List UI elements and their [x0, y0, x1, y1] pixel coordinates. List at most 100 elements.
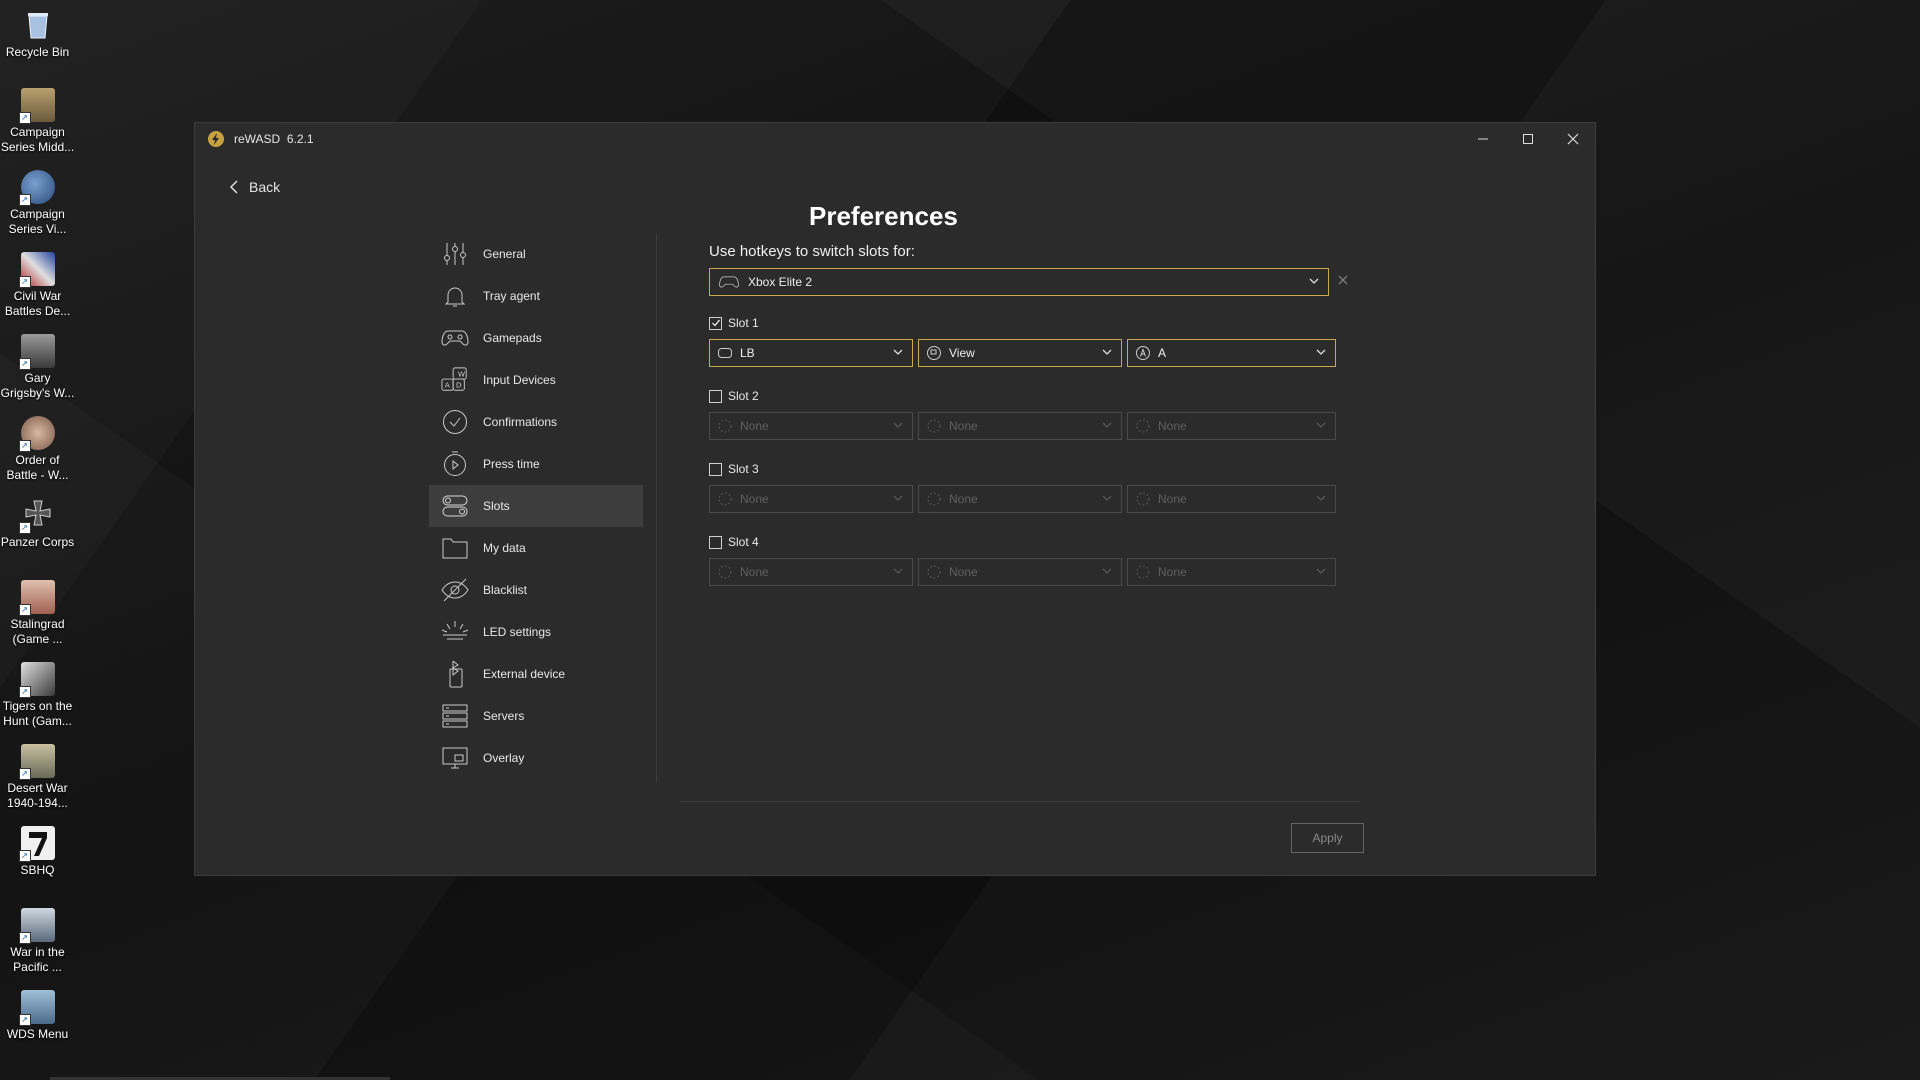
- shortcut-arrow-icon: ↗: [18, 850, 31, 862]
- menu-item-label: Tray agent: [483, 289, 540, 303]
- slot-2-key-3-select[interactable]: None: [1127, 412, 1336, 440]
- desktop-icon-sbhq[interactable]: ↗ SBHQ: [0, 826, 75, 878]
- desktop-icon-war-in-the-pacific[interactable]: ↗ War in the Pacific ...: [0, 908, 75, 975]
- desktop-icon-label: Gary Grigsby's W...: [0, 371, 75, 400]
- bumper-icon: [718, 346, 732, 360]
- menu-item-overlay[interactable]: Overlay: [429, 737, 643, 779]
- slot-4-key-2-select[interactable]: None: [918, 558, 1122, 586]
- close-icon: [1567, 133, 1578, 145]
- menu-item-label: External device: [483, 667, 566, 681]
- menu-item-gamepads[interactable]: Gamepads: [429, 317, 643, 359]
- globe-icon: ↗: [18, 170, 55, 206]
- clear-device-button[interactable]: [1337, 273, 1349, 291]
- slot-key-selects: None None None: [709, 412, 1349, 440]
- desktop-icon-label: Panzer Corps: [0, 535, 75, 549]
- desktop-icon-stalingrad[interactable]: ↗ Stalingrad (Game ...: [0, 580, 75, 647]
- desktop-icon-civil-war-battles[interactable]: ↗ Civil War Battles De...: [0, 252, 75, 319]
- slot-3-key-2-select[interactable]: None: [918, 485, 1122, 513]
- slot-key-selects: None None None: [709, 558, 1349, 586]
- empty-key-icon: [718, 565, 732, 579]
- wds-menu-icon: ↗: [18, 990, 55, 1026]
- chevron-down-icon: [1315, 492, 1327, 507]
- desktop-icon-order-of-battle[interactable]: ↗ Order of Battle - W...: [0, 416, 75, 483]
- chevron-down-icon: [892, 419, 904, 434]
- bell-icon: [441, 282, 469, 310]
- device-row: Xbox Elite 2: [709, 268, 1349, 296]
- chevron-down-icon: [1101, 492, 1113, 507]
- slot-1-key-3-select[interactable]: A: [1127, 339, 1336, 367]
- key-value: A: [1158, 346, 1167, 360]
- slot-3-checkbox[interactable]: [709, 462, 722, 476]
- menu-item-blacklist[interactable]: Blacklist: [429, 569, 643, 611]
- maximize-icon: [1522, 134, 1533, 144]
- menu-item-servers[interactable]: Servers: [429, 695, 643, 737]
- minimize-button[interactable]: [1460, 123, 1505, 155]
- maximize-button[interactable]: [1505, 123, 1550, 155]
- bluetooth-device-icon: [441, 660, 469, 688]
- timer-icon: [441, 450, 469, 478]
- empty-key-icon: [1136, 419, 1150, 433]
- empty-key-icon: [927, 419, 941, 433]
- desktop-icon-recycle-bin[interactable]: Recycle Bin: [0, 8, 75, 60]
- shortcut-arrow-icon: ↗: [18, 932, 31, 944]
- chevron-down-icon: [892, 346, 904, 361]
- slot-4-key-3-select[interactable]: None: [1127, 558, 1336, 586]
- close-button[interactable]: [1550, 123, 1595, 155]
- civil-war-flag-icon: ↗: [18, 252, 55, 288]
- slot-label: Slot 4: [728, 535, 759, 549]
- key-value: LB: [740, 346, 755, 360]
- menu-item-slots[interactable]: Slots: [429, 485, 643, 527]
- slot-4-checkbox[interactable]: [709, 535, 722, 549]
- menu-item-label: Overlay: [483, 751, 525, 765]
- menu-item-led-settings[interactable]: LED settings: [429, 611, 643, 653]
- svg-text:W: W: [458, 369, 466, 378]
- slot-3-key-1-select[interactable]: None: [709, 485, 913, 513]
- chevron-down-icon: [1315, 419, 1327, 434]
- view-button-icon: [927, 346, 941, 360]
- back-button[interactable]: Back: [229, 179, 280, 195]
- apply-button[interactable]: Apply: [1291, 823, 1364, 853]
- slot-1-key-1-select[interactable]: LB: [709, 339, 913, 367]
- slot-1-key-2-select[interactable]: View: [918, 339, 1122, 367]
- key-value: None: [949, 419, 978, 433]
- menu-item-input-devices[interactable]: WAD Input Devices: [429, 359, 643, 401]
- menu-item-external-device[interactable]: External device: [429, 653, 643, 695]
- iron-cross-icon: ↗: [18, 498, 55, 534]
- slot-3: Slot 3 None None None: [709, 458, 1349, 513]
- slot-2-key-2-select[interactable]: None: [918, 412, 1122, 440]
- chevron-down-icon: [1101, 565, 1113, 580]
- slot-3-key-3-select[interactable]: None: [1127, 485, 1336, 513]
- desktop-icon-wds-menu[interactable]: ↗ WDS Menu: [0, 990, 75, 1042]
- chevron-down-icon: [892, 565, 904, 580]
- title-bar[interactable]: reWASD 6.2.1: [195, 123, 1595, 155]
- slot-1-checkbox[interactable]: [709, 316, 722, 330]
- key-value: None: [949, 492, 978, 506]
- chevron-down-icon: [1315, 346, 1327, 361]
- desktop-icon-label: Stalingrad (Game ...: [10, 617, 65, 646]
- desktop-icon-panzer-corps[interactable]: ↗ Panzer Corps: [0, 498, 75, 550]
- server-icon: [441, 702, 469, 730]
- desktop-icon-label: Campaign Series Vi...: [8, 207, 67, 236]
- witp-icon: ↗: [18, 908, 55, 944]
- desktop-icon-label: WDS Menu: [6, 1027, 69, 1041]
- slot-4-key-1-select[interactable]: None: [709, 558, 913, 586]
- desktop-icon-desert-war[interactable]: ↗ Desert War 1940-194...: [0, 744, 75, 811]
- desktop-icon-campaign-series-vietnam[interactable]: ↗ Campaign Series Vi...: [0, 170, 75, 237]
- slot-2-key-1-select[interactable]: None: [709, 412, 913, 440]
- chevron-down-icon: [1101, 419, 1113, 434]
- menu-item-press-time[interactable]: Press time: [429, 443, 643, 485]
- svg-text:A: A: [445, 380, 451, 389]
- chevron-down-icon: [1308, 275, 1320, 290]
- device-select[interactable]: Xbox Elite 2: [709, 268, 1329, 296]
- desktop-icon-campaign-series-middle-east[interactable]: ↗ Campaign Series Midd...: [0, 88, 75, 155]
- desktop-icon-tigers-on-the-hunt[interactable]: ↗ Tigers on the Hunt (Gam...: [0, 662, 75, 729]
- desktop-icon-gary-grigsby[interactable]: ↗ Gary Grigsby's W...: [0, 334, 75, 401]
- slot-2-checkbox[interactable]: [709, 389, 722, 403]
- minimize-icon: [1477, 138, 1488, 140]
- menu-item-confirmations[interactable]: Confirmations: [429, 401, 643, 443]
- menu-item-tray-agent[interactable]: Tray agent: [429, 275, 643, 317]
- desktop-icon-label: Civil War Battles De...: [4, 289, 71, 318]
- menu-item-my-data[interactable]: My data: [429, 527, 643, 569]
- sliders-icon: [441, 240, 469, 268]
- menu-item-general[interactable]: General: [429, 233, 643, 275]
